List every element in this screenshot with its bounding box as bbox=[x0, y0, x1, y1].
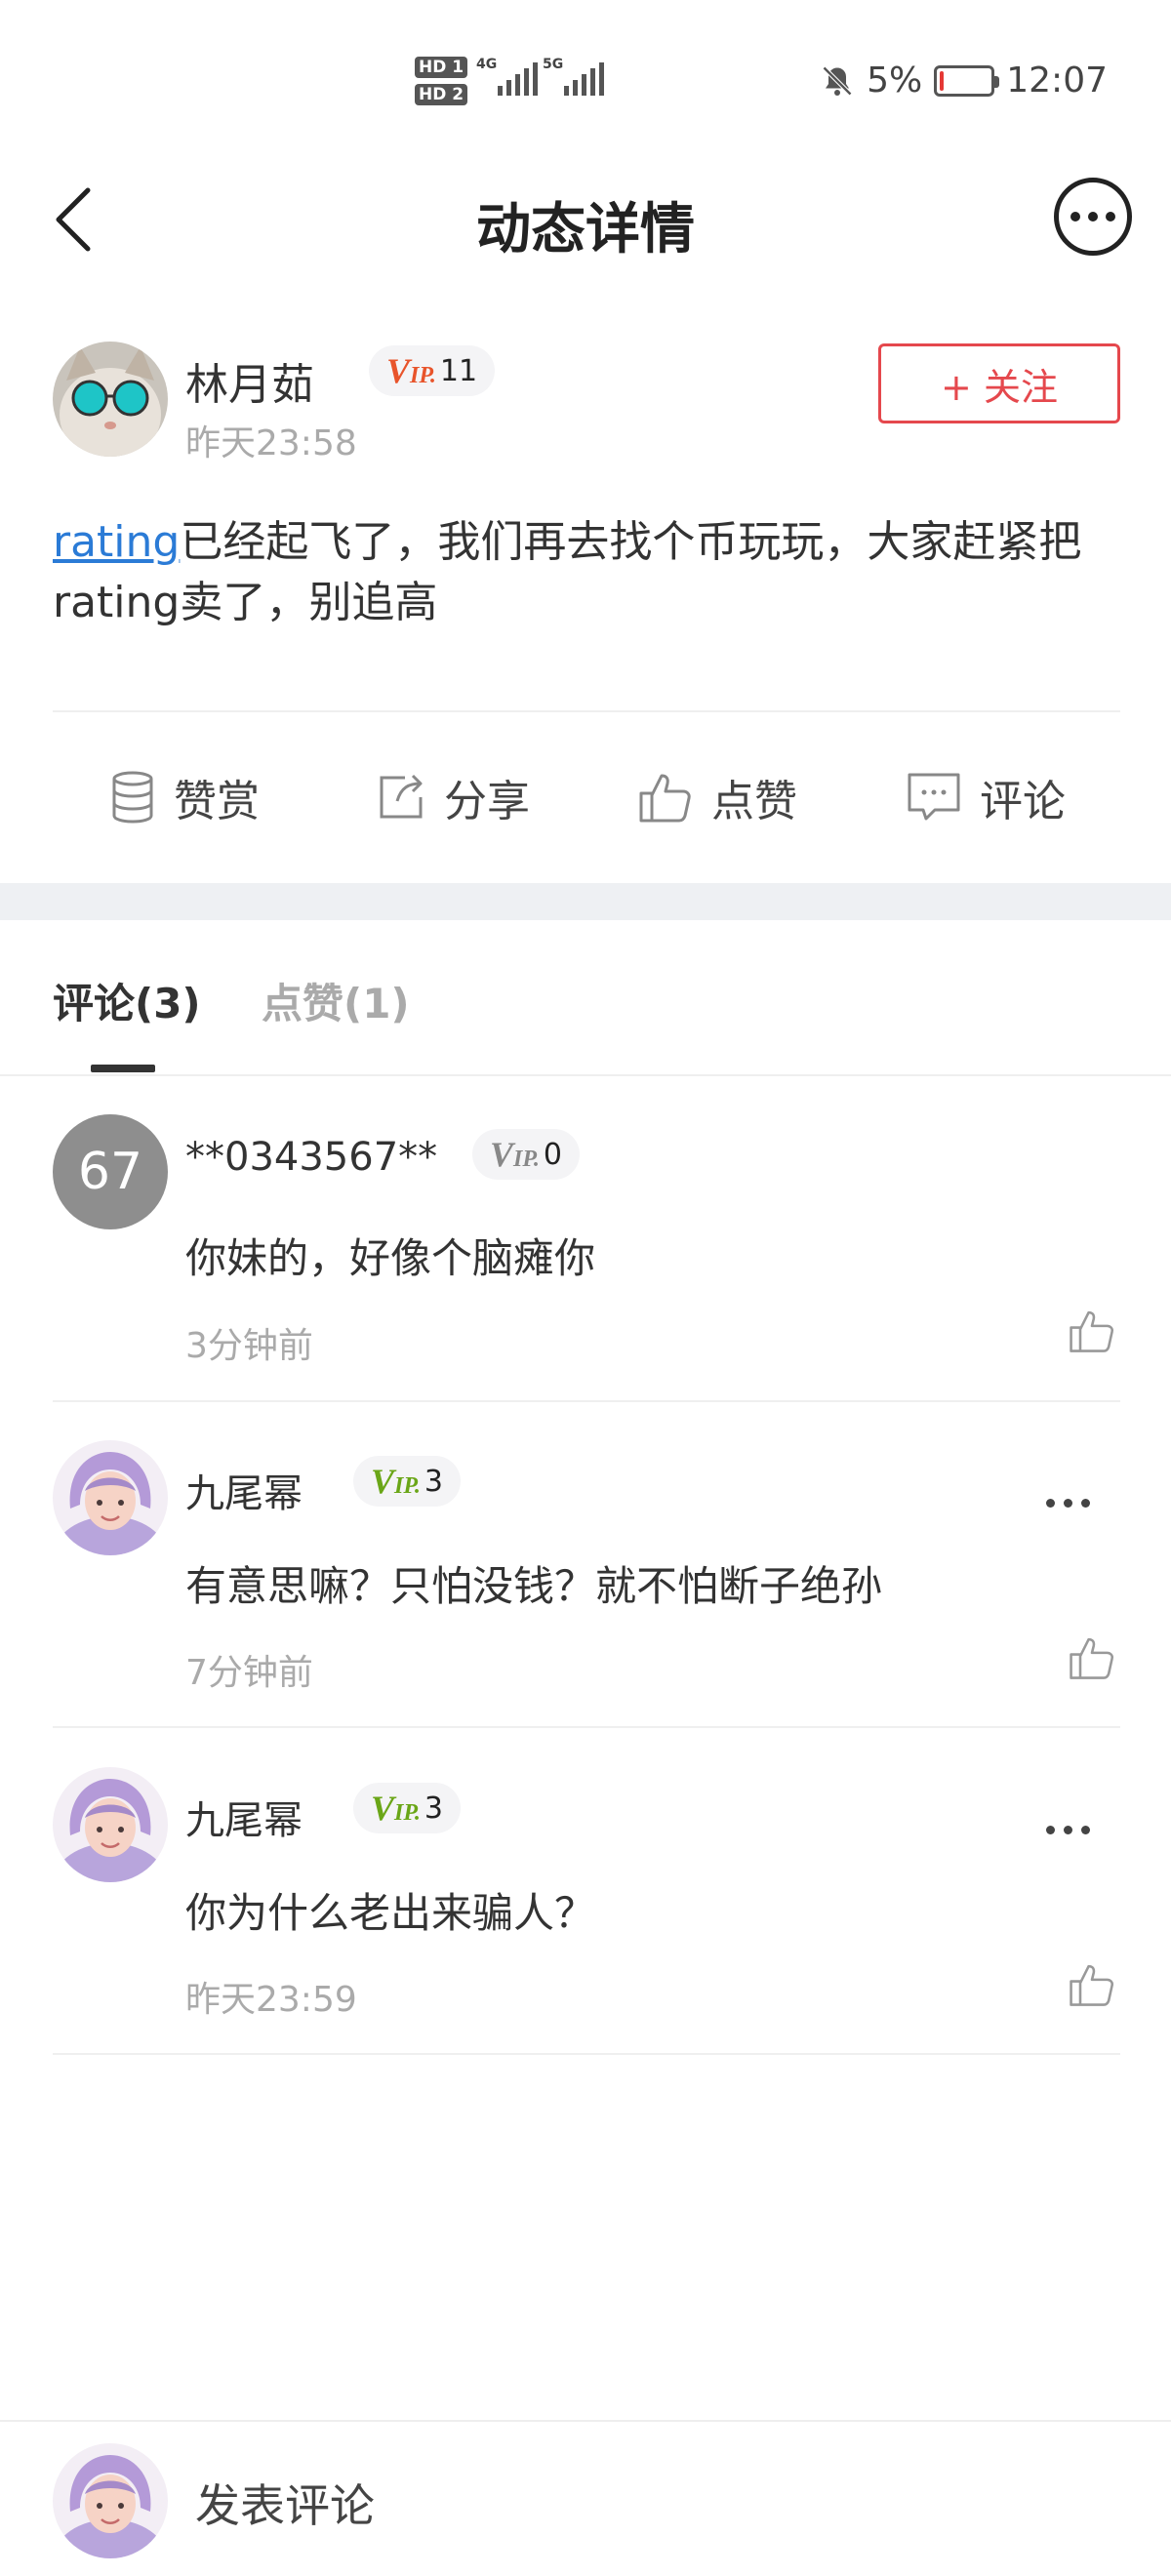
clock: 12:07 bbox=[1006, 60, 1108, 101]
status-right: 5% 12:07 bbox=[820, 60, 1108, 101]
commenter-name[interactable]: 九尾幂 bbox=[185, 1789, 303, 1845]
vip-icon: VIP. bbox=[371, 1462, 421, 1501]
comment-more-button[interactable] bbox=[1046, 1826, 1090, 1834]
vip-badge: VIP. 3 bbox=[353, 1783, 462, 1833]
vip-icon: VIP. bbox=[386, 351, 436, 390]
author-name[interactable]: 林月茹 bbox=[185, 349, 314, 412]
tab-likes[interactable]: 点赞(1) bbox=[262, 971, 410, 1030]
comment-bubble-icon bbox=[908, 773, 960, 821]
dot-icon bbox=[1070, 212, 1080, 221]
more-options-button[interactable] bbox=[1054, 178, 1132, 256]
divider bbox=[53, 2053, 1120, 2055]
divider bbox=[53, 1726, 1120, 1728]
girl-avatar-icon bbox=[53, 1440, 168, 1555]
share-label: 分享 bbox=[444, 777, 530, 826]
mute-bell-icon bbox=[823, 65, 853, 96]
coins-icon bbox=[112, 771, 153, 824]
post-text: 已经起飞了，我们再去找个币玩玩，大家赶紧把rating卖了，别追高 bbox=[53, 517, 1082, 627]
reward-label: 赞赏 bbox=[174, 777, 260, 826]
section-separator bbox=[0, 883, 1171, 920]
girl-avatar-icon bbox=[53, 1767, 168, 1882]
comment-text: 有意思嘛？只怕没钱？就不怕断子绝孙 bbox=[185, 1562, 883, 1610]
follow-button[interactable]: + 关注 bbox=[878, 343, 1120, 423]
network-5g-label: 5G bbox=[543, 57, 564, 72]
cat-with-glasses-avatar-icon bbox=[53, 342, 168, 457]
comment-input-placeholder[interactable]: 发表评论 bbox=[195, 2471, 375, 2535]
vip-badge: VIP. 11 bbox=[369, 345, 496, 396]
reward-action[interactable]: 赞赏 bbox=[109, 766, 260, 828]
girl-avatar-icon bbox=[53, 2443, 168, 2558]
tab-comments[interactable]: 评论(3) bbox=[53, 971, 201, 1030]
like-label: 点赞 bbox=[711, 777, 797, 826]
post-content: rating已经起飞了，我们再去找个币玩玩，大家赶紧把rating卖了，别追高 bbox=[53, 512, 1136, 633]
signal-4g-icon: 4G bbox=[476, 57, 538, 96]
commenter-avatar[interactable] bbox=[53, 1440, 168, 1555]
sim-indicators: HD 1 HD 2 bbox=[415, 57, 468, 111]
vip-level: 3 bbox=[424, 1464, 444, 1499]
comment-like-icon[interactable] bbox=[1068, 1634, 1116, 1681]
vip-level: 0 bbox=[543, 1137, 563, 1172]
comment-input-bar[interactable]: 发表评论 bbox=[0, 2420, 1171, 2576]
share-icon bbox=[380, 774, 423, 819]
sim1-badge: HD 1 bbox=[415, 57, 468, 78]
thumbs-up-icon bbox=[639, 774, 691, 823]
commenter-name[interactable]: 九尾幂 bbox=[185, 1462, 303, 1518]
sim2-badge: HD 2 bbox=[415, 84, 468, 105]
dot-icon bbox=[1046, 1826, 1055, 1834]
vip-badge: VIP. 0 bbox=[472, 1129, 581, 1180]
like-action[interactable]: 点赞 bbox=[637, 766, 797, 828]
battery-percent: 5% bbox=[867, 60, 923, 101]
dot-icon bbox=[1064, 1499, 1072, 1508]
comment-like-icon[interactable] bbox=[1068, 1308, 1116, 1354]
comment-time: 昨天23:59 bbox=[185, 1980, 357, 2020]
action-bar: 赞赏 分享 点赞 评论 bbox=[0, 717, 1171, 883]
status-bar: HD 1 HD 2 4G 5G 5% 12:07 bbox=[0, 0, 1171, 146]
comment-text: 你为什么老出来骗人？ bbox=[185, 1889, 596, 1937]
dot-icon bbox=[1064, 1826, 1072, 1834]
signal-5g-icon: 5G bbox=[543, 57, 604, 96]
top-bar: 动态详情 bbox=[0, 156, 1171, 283]
tab-bar: 评论(3) 点赞(1) bbox=[0, 920, 1171, 1076]
comment-label: 评论 bbox=[980, 777, 1066, 826]
active-tab-indicator bbox=[91, 1065, 155, 1072]
comment-time: 7分钟前 bbox=[185, 1653, 313, 1693]
divider bbox=[53, 1400, 1120, 1402]
comment-time: 3分钟前 bbox=[185, 1326, 313, 1366]
my-avatar bbox=[53, 2443, 168, 2558]
vip-level: 11 bbox=[439, 353, 478, 388]
vip-icon: VIP. bbox=[490, 1135, 540, 1174]
comment-text: 你妹的，好像个脑瘫你 bbox=[185, 1234, 596, 1282]
battery-icon bbox=[934, 64, 1000, 97]
share-action[interactable]: 分享 bbox=[376, 766, 530, 828]
divider bbox=[0, 1074, 1171, 1076]
divider bbox=[53, 710, 1120, 712]
dot-icon bbox=[1088, 212, 1098, 221]
vip-badge: VIP. 3 bbox=[353, 1456, 462, 1507]
comment-action[interactable]: 评论 bbox=[906, 766, 1066, 828]
battery-fill bbox=[940, 70, 945, 91]
dot-icon bbox=[1106, 212, 1115, 221]
commenter-avatar[interactable] bbox=[53, 1767, 168, 1882]
vip-icon: VIP. bbox=[371, 1789, 421, 1828]
comment-more-button[interactable] bbox=[1046, 1499, 1090, 1508]
dot-icon bbox=[1046, 1499, 1055, 1508]
vip-level: 3 bbox=[424, 1791, 444, 1826]
page-title: 动态详情 bbox=[476, 198, 695, 262]
rating-link[interactable]: rating bbox=[53, 517, 180, 567]
network-4g-label: 4G bbox=[476, 57, 498, 72]
post-time: 昨天23:58 bbox=[185, 423, 357, 463]
dot-icon bbox=[1081, 1499, 1090, 1508]
commenter-avatar[interactable]: 67 bbox=[53, 1114, 168, 1229]
comment-like-icon[interactable] bbox=[1068, 1961, 1116, 2008]
dot-icon bbox=[1081, 1826, 1090, 1834]
author-avatar[interactable] bbox=[53, 342, 168, 457]
commenter-name[interactable]: **0343567** bbox=[185, 1135, 437, 1180]
